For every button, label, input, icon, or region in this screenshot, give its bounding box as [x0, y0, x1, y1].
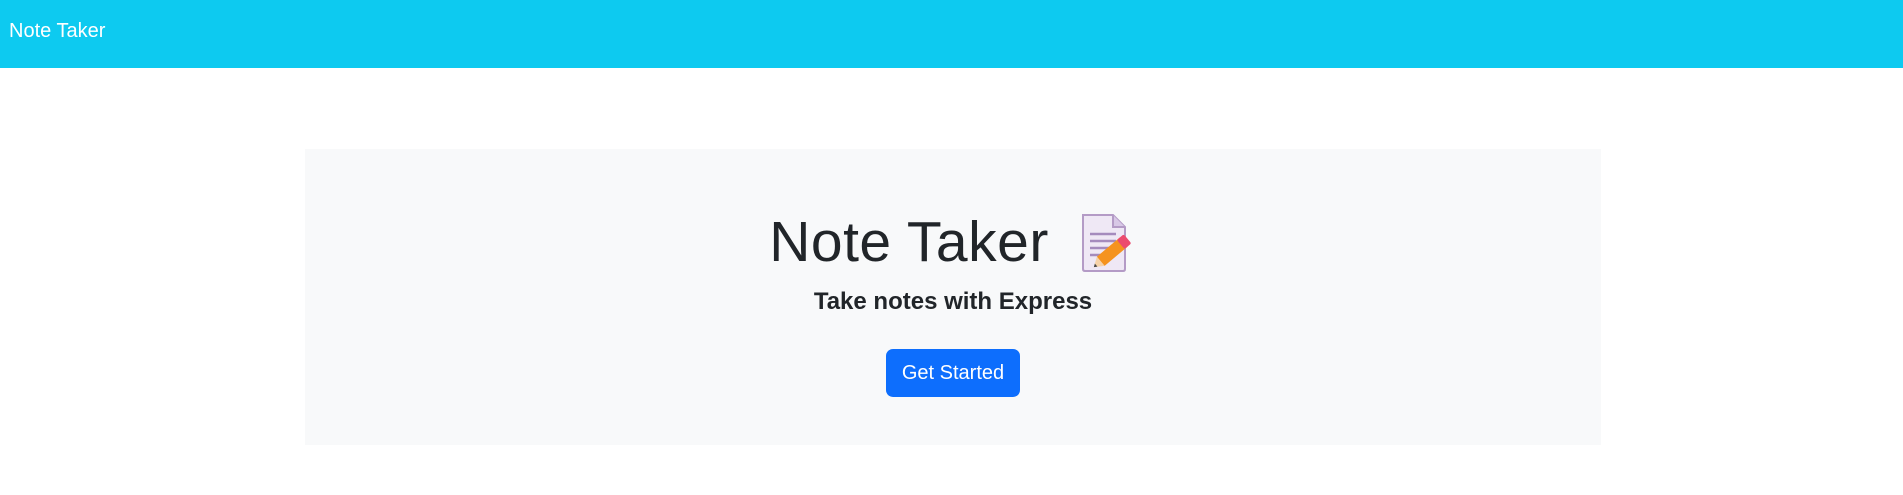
hero-title-row: Note Taker: [305, 202, 1601, 282]
hero-actions: Get Started: [305, 349, 1601, 397]
hero-subtitle: Take notes with Express: [813, 288, 1093, 315]
memo-icon: [1079, 213, 1137, 273]
page-title: Note Taker: [769, 209, 1049, 274]
navbar: Note Taker: [0, 0, 1903, 68]
hero-panel: Note Taker Take notes with Express Get S…: [305, 149, 1601, 445]
navbar-brand[interactable]: Note Taker: [9, 20, 105, 43]
get-started-button[interactable]: Get Started: [886, 349, 1020, 397]
